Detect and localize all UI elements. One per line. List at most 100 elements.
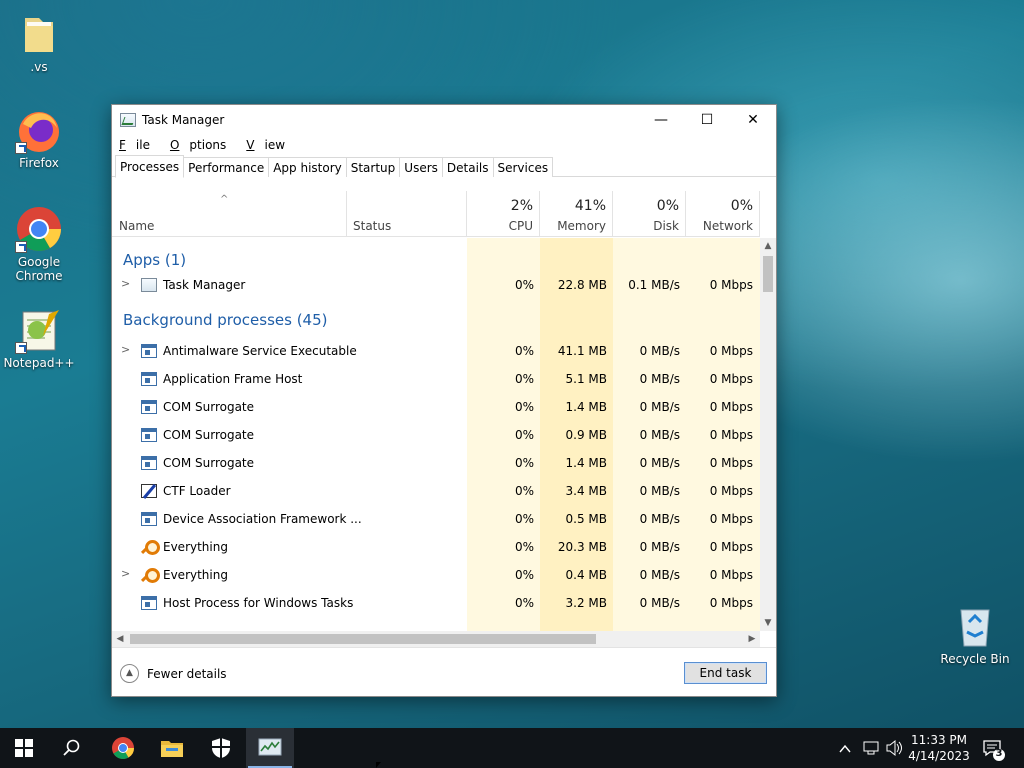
menu-options[interactable]: Options: [170, 135, 236, 155]
menu-file[interactable]: File: [119, 135, 160, 155]
title-bar[interactable]: Task Manager — ☐ ✕: [112, 105, 776, 135]
network-icon[interactable]: [862, 728, 882, 768]
desktop-icon-vs[interactable]: .vs: [1, 10, 77, 74]
table-row[interactable]: Host Process for Windows Tasks 0% 3.2 MB…: [112, 589, 760, 617]
footer: ▲ Fewer details End task: [112, 647, 776, 696]
chevron-up-icon: ▲: [120, 664, 139, 683]
column-status[interactable]: Status: [347, 191, 467, 237]
desktop-icon-notepadpp[interactable]: Notepad++: [1, 306, 77, 370]
tab-processes[interactable]: Processes: [115, 155, 185, 178]
process-grid: ^ Name Status 2% CPU 41% Memory 0% Disk …: [112, 191, 760, 631]
scroll-left-icon[interactable]: ◀: [112, 631, 128, 647]
scroll-down-icon[interactable]: ▼: [760, 615, 776, 631]
magnifier-icon: [141, 540, 160, 555]
table-row[interactable]: Application Frame Host 0% 5.1 MB 0 MB/s …: [112, 365, 760, 393]
shortcut-arrow-icon: [15, 241, 27, 253]
task-manager-icon: [141, 278, 157, 292]
group-header-background: Background processes (45): [123, 311, 328, 329]
notification-center-button[interactable]: 3: [982, 728, 1010, 768]
windows-logo-icon: [15, 739, 33, 757]
shortcut-arrow-icon: [15, 342, 27, 354]
tab-users[interactable]: Users: [399, 157, 443, 177]
chrome-icon: [15, 205, 63, 253]
magnifier-icon: [141, 568, 160, 583]
scroll-thumb[interactable]: [130, 634, 596, 644]
window-icon: [141, 428, 157, 442]
table-row[interactable]: COM Surrogate 0% 1.4 MB 0 MB/s 0 Mbps: [112, 393, 760, 421]
task-manager-window[interactable]: Task Manager — ☐ ✕ File Options View Pro…: [111, 104, 777, 697]
search-icon: [63, 739, 80, 756]
tab-startup[interactable]: Startup: [345, 157, 401, 177]
volume-icon[interactable]: [885, 728, 905, 768]
ctf-loader-icon: [141, 484, 157, 498]
firefox-icon: [15, 106, 63, 154]
table-row[interactable]: CTF Loader 0% 3.4 MB 0 MB/s 0 Mbps: [112, 477, 760, 505]
search-button[interactable]: [48, 728, 96, 768]
tray-chevron-up-icon[interactable]: [838, 728, 856, 768]
maximize-button[interactable]: ☐: [684, 105, 730, 135]
notification-badge: 3: [995, 748, 1003, 759]
window-icon: [141, 400, 157, 414]
task-manager-icon: [120, 113, 136, 127]
group-header-apps: Apps (1): [123, 251, 187, 269]
tab-strip: Processes Performance App history Startu…: [112, 155, 776, 178]
column-memory[interactable]: 41% Memory: [540, 191, 613, 237]
table-row[interactable]: > Antimalware Service Executable 0% 41.1…: [112, 337, 760, 365]
horizontal-scrollbar[interactable]: ◀ ▶: [112, 631, 760, 647]
table-row[interactable]: COM Surrogate 0% 1.4 MB 0 MB/s 0 Mbps: [112, 449, 760, 477]
mouse-cursor-icon: [376, 762, 385, 768]
task-manager-icon: [258, 738, 282, 756]
window-icon: [141, 456, 157, 470]
process-list: Apps (1) > Task Manager 0% 22.8 MB 0.1 M…: [112, 238, 760, 617]
desktop-icon-recycle-bin[interactable]: Recycle Bin: [937, 602, 1013, 666]
tab-performance[interactable]: Performance: [183, 157, 270, 177]
menu-view[interactable]: View: [246, 135, 295, 155]
scroll-up-icon[interactable]: ▲: [760, 238, 776, 254]
chevron-right-icon[interactable]: >: [121, 277, 130, 290]
column-network[interactable]: 0% Network: [686, 191, 760, 237]
column-disk[interactable]: 0% Disk: [613, 191, 686, 237]
fewer-details-button[interactable]: ▲ Fewer details: [120, 664, 227, 683]
desktop-icon-label: .vs: [30, 60, 48, 74]
close-button[interactable]: ✕: [730, 105, 776, 135]
chevron-right-icon[interactable]: >: [121, 567, 130, 580]
scroll-right-icon[interactable]: ▶: [744, 631, 760, 647]
end-task-button[interactable]: End task: [684, 662, 767, 684]
notepadpp-icon: [15, 306, 63, 354]
desktop-icon-label: Google Chrome: [15, 255, 63, 283]
clock-date: 4/14/2023: [908, 749, 970, 763]
column-cpu[interactable]: 2% CPU: [467, 191, 540, 237]
shortcut-arrow-icon: [15, 142, 27, 154]
start-button[interactable]: [0, 728, 48, 768]
column-header: ^ Name Status 2% CPU 41% Memory 0% Disk …: [112, 191, 760, 237]
window-icon: [141, 372, 157, 386]
taskbar-chrome[interactable]: [99, 728, 147, 768]
table-row[interactable]: > Task Manager 0% 22.8 MB 0.1 MB/s 0 Mbp…: [112, 271, 760, 299]
scroll-thumb[interactable]: [763, 256, 773, 292]
window-icon: [141, 512, 157, 526]
desktop-icon-chrome[interactable]: Google Chrome: [1, 205, 77, 283]
chevron-right-icon[interactable]: >: [121, 343, 130, 356]
minimize-button[interactable]: —: [638, 105, 684, 135]
tab-details[interactable]: Details: [441, 157, 494, 177]
recycle-bin-icon: [951, 602, 999, 650]
taskbar: 11:33 PM 4/14/2023 3: [0, 728, 1024, 768]
menu-bar: File Options View: [112, 135, 776, 155]
desktop-icon-firefox[interactable]: Firefox: [1, 106, 77, 170]
table-row[interactable]: > Everything 0% 0.4 MB 0 MB/s 0 Mbps: [112, 561, 760, 589]
desktop-icon-label: Firefox: [19, 156, 59, 170]
desktop-icon-label: Notepad++: [3, 356, 75, 370]
table-row[interactable]: Device Association Framework ... 0% 0.5 …: [112, 505, 760, 533]
taskbar-task-manager[interactable]: [246, 728, 294, 768]
clock[interactable]: 11:33 PM 4/14/2023: [905, 732, 973, 764]
chrome-icon: [112, 737, 134, 759]
column-name[interactable]: ^ Name: [112, 191, 347, 237]
window-icon: [141, 344, 157, 358]
table-row[interactable]: COM Surrogate 0% 0.9 MB 0 MB/s 0 Mbps: [112, 421, 760, 449]
vertical-scrollbar[interactable]: ▲ ▼: [760, 238, 776, 631]
taskbar-security[interactable]: [197, 728, 245, 768]
tab-services[interactable]: Services: [492, 157, 554, 177]
taskbar-file-explorer[interactable]: [148, 728, 196, 768]
tab-app-history[interactable]: App history: [268, 157, 347, 177]
table-row[interactable]: Everything 0% 20.3 MB 0 MB/s 0 Mbps: [112, 533, 760, 561]
